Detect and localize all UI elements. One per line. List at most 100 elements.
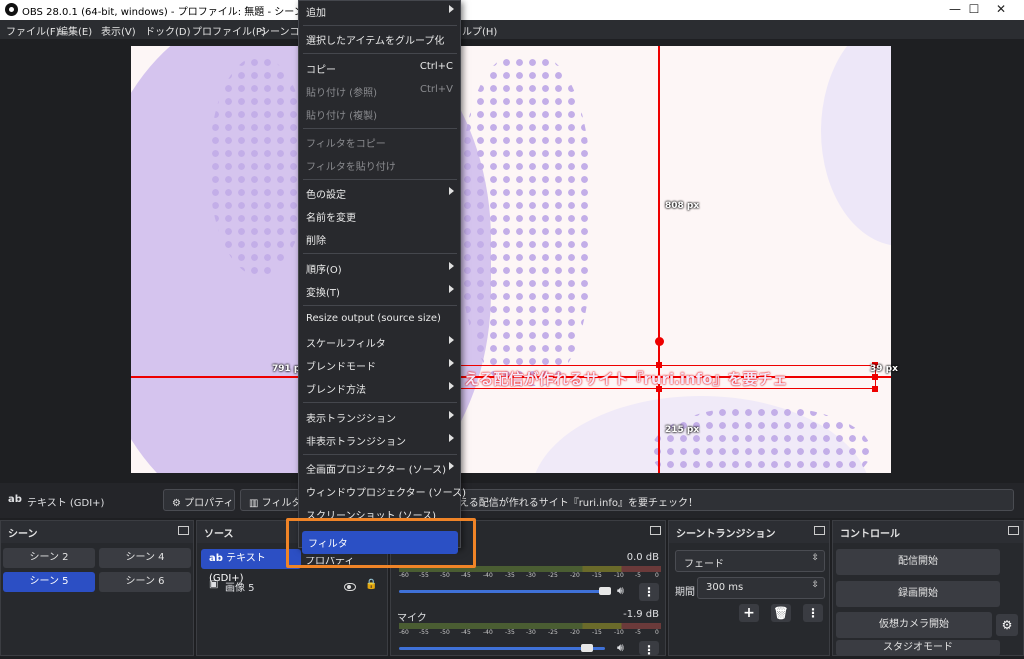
scene-transitions-dock: シーントランジション フェード ⇳ 期間 300 ms ⇳ + 🗑︎ ⋮ bbox=[668, 520, 830, 656]
submenu-arrow-icon bbox=[449, 382, 454, 390]
track-menu-button[interactable]: ⋮ bbox=[639, 583, 659, 601]
menu-item-transform[interactable]: 変換(T) bbox=[300, 280, 460, 303]
menu-bar: ファイル(F) 編集(E) 表示(V) ドック(D) プロファイル(P) シーン… bbox=[0, 20, 1024, 39]
menu-item-blend-method[interactable]: ブレンド方法 bbox=[300, 377, 460, 400]
menu-item-resize-output[interactable]: Resize output (source size) bbox=[300, 309, 460, 332]
distance-label-bottom: 215 px bbox=[665, 425, 700, 435]
start-recording-button[interactable]: 録画開始 bbox=[836, 581, 1000, 607]
resize-handle[interactable] bbox=[656, 386, 662, 392]
submenu-arrow-icon bbox=[449, 187, 454, 195]
selected-source-name: テキスト (GDI+) bbox=[27, 498, 105, 509]
menu-item-paste-filters: フィルタを貼り付け bbox=[306, 162, 396, 173]
transition-menu-button[interactable]: ⋮ bbox=[803, 604, 823, 622]
obs-logo-icon bbox=[5, 3, 18, 16]
scene-item[interactable]: シーン 4 bbox=[99, 548, 191, 568]
menu-item-order[interactable]: 順序(O) bbox=[300, 257, 460, 280]
submenu-arrow-icon bbox=[449, 262, 454, 270]
volume-slider[interactable] bbox=[399, 647, 605, 650]
properties-button[interactable]: ⚙ プロパティ bbox=[163, 489, 235, 511]
distance-label-top: 808 px bbox=[665, 201, 700, 211]
shortcut-label: Ctrl+V bbox=[419, 84, 453, 95]
menu-item-window-projector[interactable]: ウィンドウプロジェクター (ソース) bbox=[300, 480, 466, 503]
submenu-arrow-icon bbox=[449, 462, 454, 470]
undock-icon[interactable] bbox=[650, 526, 661, 535]
studio-mode-button[interactable]: スタジオモード bbox=[836, 640, 1000, 656]
menu-item-paste-reference: 貼り付け (参照) Ctrl+V bbox=[306, 84, 453, 99]
dock-title: シーン bbox=[1, 521, 193, 543]
menu-item-fullscreen-projector[interactable]: 全画面プロジェクター (ソース) bbox=[300, 457, 460, 480]
menu-separator bbox=[303, 179, 457, 180]
track-db: -1.9 dB bbox=[623, 609, 659, 620]
background-blob bbox=[821, 46, 891, 246]
resize-handle[interactable] bbox=[872, 386, 878, 392]
speaker-icon[interactable]: 🔊︎ bbox=[617, 641, 624, 655]
duration-label: 期間 bbox=[675, 587, 695, 598]
scene-item[interactable]: シーン 2 bbox=[3, 548, 95, 568]
preview-canvas[interactable] bbox=[131, 46, 891, 473]
context-menu: 追加 選択したアイテムをグループ化 コピー Ctrl+C 貼り付け (参照) Ctr… bbox=[298, 0, 466, 554]
text-input[interactable]: 映える配信が作れるサイト『ruri.info』を要チェック！ bbox=[440, 489, 1014, 511]
menu-item-show-transition[interactable]: 表示トランジション bbox=[300, 406, 460, 429]
chevron-updown-icon: ⇳ bbox=[811, 553, 819, 563]
gear-icon[interactable]: ⚙ bbox=[996, 614, 1018, 636]
volume-slider-knob[interactable] bbox=[599, 587, 611, 595]
add-transition-button[interactable]: + bbox=[739, 604, 759, 622]
menu-item-add[interactable]: 追加 bbox=[300, 0, 460, 23]
undock-icon[interactable] bbox=[1008, 526, 1019, 535]
dock-title: コントロール bbox=[833, 521, 1023, 543]
scene-item-selected[interactable]: シーン 5 bbox=[3, 572, 95, 592]
menu-file[interactable]: ファイル(F) bbox=[6, 23, 60, 38]
start-streaming-button[interactable]: 配信開始 bbox=[836, 549, 1000, 575]
image-source-icon: ▣ bbox=[209, 579, 219, 590]
submenu-arrow-icon bbox=[449, 5, 454, 13]
start-virtual-camera-button[interactable]: 仮想カメラ開始 bbox=[836, 612, 992, 638]
trash-icon[interactable]: 🗑︎ bbox=[771, 604, 791, 622]
submenu-arrow-icon bbox=[449, 434, 454, 442]
undock-icon[interactable] bbox=[178, 526, 189, 535]
window-title: OBS 28.0.1 (64-bit, windows) - プロファイル: 無… bbox=[22, 7, 331, 18]
volume-slider-knob[interactable] bbox=[581, 644, 593, 652]
menu-item-group[interactable]: 選択したアイテムをグループ化 bbox=[300, 28, 460, 51]
scene-item[interactable]: シーン 6 bbox=[99, 572, 191, 592]
rotation-handle[interactable] bbox=[655, 337, 664, 346]
filters-button[interactable]: ▥ フィルタ bbox=[240, 489, 301, 511]
dock-title: シーントランジション bbox=[669, 521, 829, 543]
visibility-eye-icon[interactable] bbox=[344, 583, 356, 591]
menu-item-copy[interactable]: コピー Ctrl+C bbox=[300, 57, 460, 80]
dot-pattern bbox=[461, 56, 591, 386]
resize-handle[interactable] bbox=[656, 362, 662, 368]
menu-item-scale-filter[interactable]: スケールフィルタ bbox=[300, 331, 460, 354]
transition-select[interactable]: フェード ⇳ bbox=[675, 550, 825, 572]
volume-slider[interactable] bbox=[399, 590, 611, 593]
menu-item-paste-duplicate: 貼り付け (複製) bbox=[306, 111, 377, 122]
menu-profile[interactable]: プロファイル(P) bbox=[192, 23, 266, 38]
menu-item-delete[interactable]: 削除 bbox=[300, 228, 460, 251]
dot-pattern bbox=[209, 56, 309, 276]
menu-edit[interactable]: 編集(E) bbox=[58, 23, 92, 38]
menu-help[interactable]: ルプ(H) bbox=[462, 23, 497, 38]
menu-dock[interactable]: ドック(D) bbox=[145, 23, 191, 38]
menu-item-hide-transition[interactable]: 非表示トランジション bbox=[300, 429, 460, 452]
speaker-icon[interactable]: 🔊︎ bbox=[617, 584, 624, 598]
chevron-updown-icon: ⇳ bbox=[811, 580, 819, 590]
gear-icon: ⚙ bbox=[172, 498, 185, 509]
resize-handle[interactable] bbox=[872, 374, 878, 380]
distance-label-right: 39 px bbox=[870, 364, 898, 374]
lock-icon[interactable]: 🔒 bbox=[365, 579, 377, 590]
guide-vertical bbox=[658, 46, 660, 473]
track-menu-button[interactable]: ⋮ bbox=[639, 641, 659, 657]
menu-view[interactable]: 表示(V) bbox=[101, 23, 136, 38]
menu-item-rename[interactable]: 名前を変更 bbox=[300, 205, 460, 228]
preview-text: える配信が作れるサイト『ruri.info』を要チェ bbox=[464, 370, 788, 388]
track-db: 0.0 dB bbox=[626, 552, 659, 563]
close-button[interactable]: ✕ bbox=[978, 0, 1024, 20]
submenu-arrow-icon bbox=[449, 285, 454, 293]
menu-separator bbox=[303, 402, 457, 403]
undock-icon[interactable] bbox=[814, 526, 825, 535]
source-item[interactable]: 画像 5 bbox=[225, 579, 255, 594]
duration-input[interactable]: 300 ms ⇳ bbox=[697, 577, 825, 599]
menu-item-color[interactable]: 色の設定 bbox=[300, 182, 460, 205]
title-bar: OBS 28.0.1 (64-bit, windows) - プロファイル: 無… bbox=[0, 0, 1024, 20]
menu-separator bbox=[303, 25, 457, 26]
menu-item-blend-mode[interactable]: ブレンドモード bbox=[300, 354, 460, 377]
